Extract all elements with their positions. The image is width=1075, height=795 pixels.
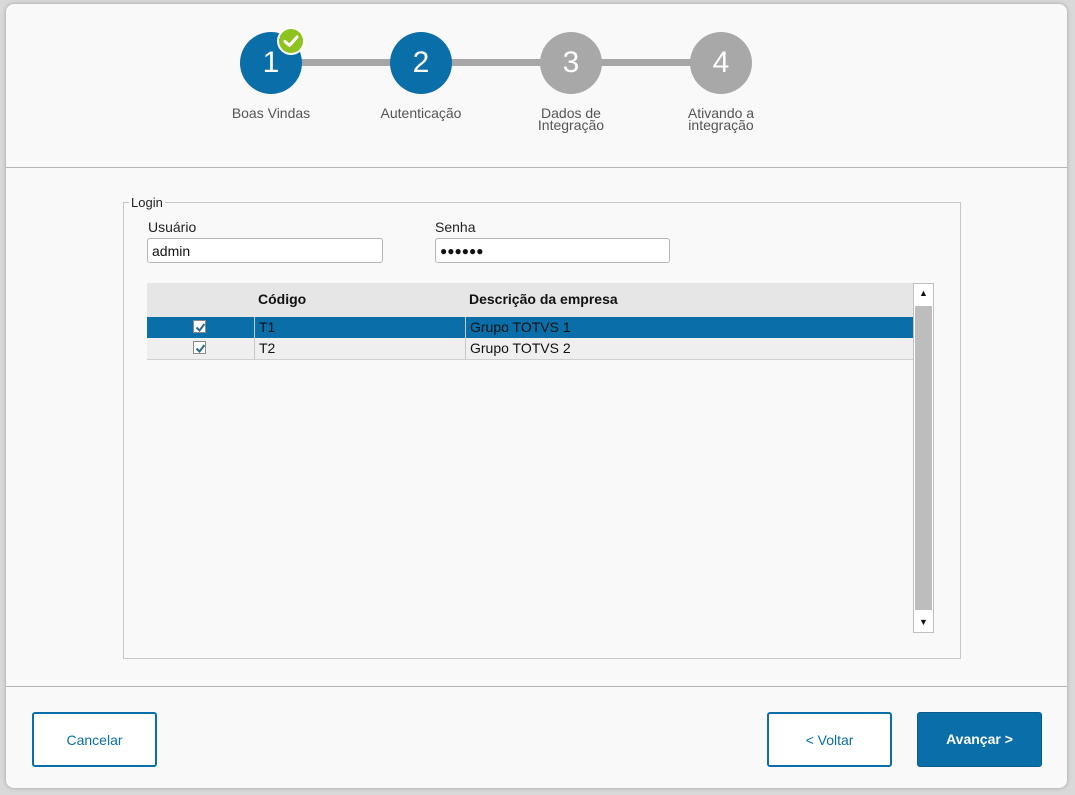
- user-input[interactable]: admin: [147, 238, 383, 263]
- password-input[interactable]: ●●●●●●: [435, 238, 670, 263]
- triangle-down-icon: ▼: [919, 617, 928, 627]
- grid-header: Código Descrição da empresa: [147, 283, 913, 317]
- step-4-number: 4: [712, 46, 730, 79]
- step-4-label: Ativando a integração: [651, 106, 791, 133]
- row-checkbox[interactable]: [193, 341, 206, 354]
- step-2-circle: 2: [390, 32, 452, 94]
- step-2-label: Autenticação: [351, 105, 491, 121]
- column-header-description[interactable]: Descrição da empresa: [465, 291, 618, 312]
- step-3-number: 3: [562, 46, 580, 79]
- step-connector-2-3: [450, 59, 545, 66]
- user-label: Usuário: [148, 219, 197, 235]
- table-row[interactable]: T2 Grupo TOTVS 2: [147, 338, 913, 360]
- step-4-label-line-2: integração: [688, 117, 754, 133]
- step-2-number: 2: [412, 46, 430, 79]
- row-checkbox[interactable]: [193, 320, 206, 333]
- step-3-label: Dados de Integração: [501, 106, 641, 133]
- step-1-label: Boas Vindas: [201, 105, 341, 121]
- step-connector-1-2: [300, 59, 395, 66]
- company-grid: Código Descrição da empresa T1 Grupo TOT…: [147, 283, 934, 633]
- table-row[interactable]: T1 Grupo TOTVS 1: [147, 317, 913, 338]
- step-3-circle: 3: [540, 32, 602, 94]
- scroll-up-button[interactable]: ▲: [915, 285, 932, 302]
- column-header-code[interactable]: Código: [254, 291, 306, 312]
- cell-code: T1: [254, 317, 465, 338]
- checkmark-icon: [195, 323, 206, 333]
- next-button[interactable]: Avançar >: [917, 712, 1042, 767]
- step-4-circle: 4: [690, 32, 752, 94]
- check-icon: [277, 27, 305, 55]
- step-1-label-line-1: Boas Vindas: [231, 105, 311, 121]
- footer-divider: [6, 686, 1067, 687]
- triangle-up-icon: ▲: [919, 288, 928, 298]
- cancel-button[interactable]: Cancelar: [32, 712, 157, 767]
- cell-code: T2: [254, 338, 465, 359]
- password-label: Senha: [435, 219, 476, 235]
- back-button[interactable]: < Voltar: [767, 712, 892, 767]
- header-divider: [6, 167, 1067, 168]
- scroll-down-button[interactable]: ▼: [915, 614, 932, 631]
- login-legend: Login: [129, 195, 165, 210]
- cell-description: Grupo TOTVS 1: [465, 317, 913, 338]
- step-2-label-line-1: Autenticação: [380, 105, 462, 121]
- step-3-label-line-2: Integração: [537, 117, 605, 133]
- step-connector-3-4: [600, 59, 695, 66]
- scroll-thumb[interactable]: [915, 306, 932, 610]
- checkmark-icon: [195, 344, 206, 354]
- cell-description: Grupo TOTVS 2: [465, 338, 913, 359]
- grid-scrollbar[interactable]: ▲ ▼: [913, 283, 934, 633]
- step-1-number: 1: [262, 46, 280, 79]
